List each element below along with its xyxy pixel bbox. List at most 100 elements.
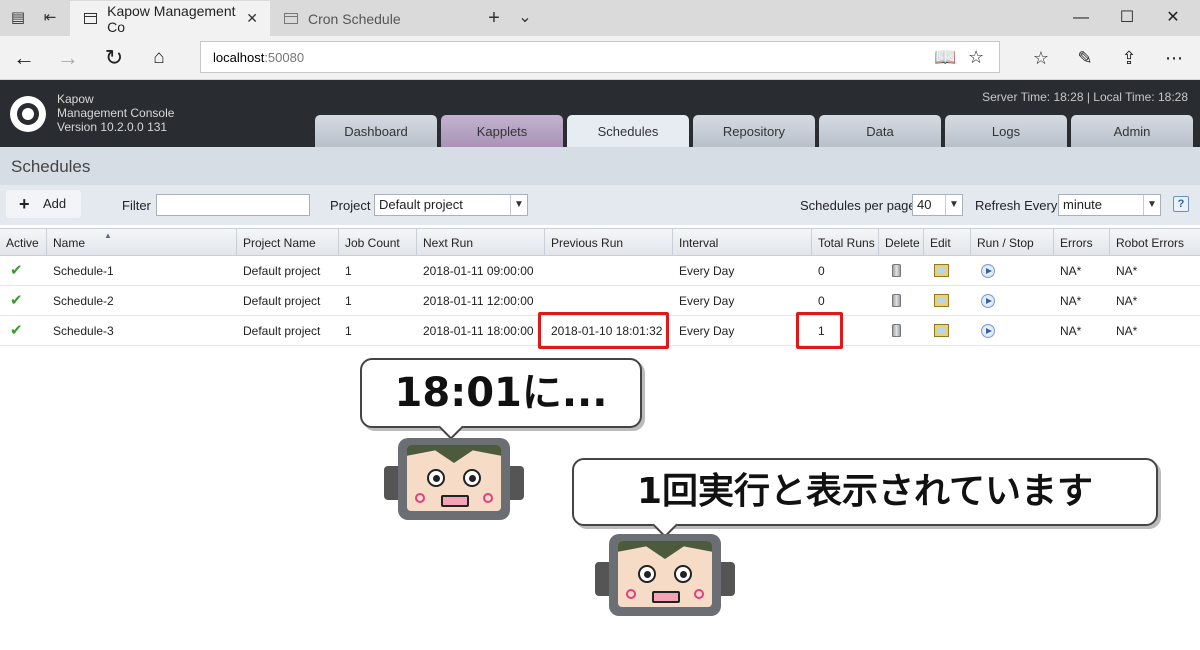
col-name-label: Name	[53, 236, 86, 250]
cell-job-count: 1	[345, 294, 352, 308]
cell-total-runs: 0	[818, 264, 825, 278]
sort-asc-icon: ▲	[104, 231, 112, 240]
help-icon[interactable]: ?	[1173, 196, 1189, 212]
back-arrow-icon[interactable]: ←	[9, 44, 39, 72]
cell-robot-errors: NA*	[1116, 294, 1138, 308]
browser-tab-strip: ▤ ⇤ Kapow Management Co ✕ Cron Schedule …	[0, 0, 1200, 36]
col-delete: Delete	[879, 229, 924, 256]
cell-errors: NA*	[1060, 294, 1082, 308]
minimize-icon[interactable]: —	[1068, 5, 1094, 31]
kapow-logo-icon	[10, 96, 46, 132]
new-tab-button[interactable]: +	[482, 6, 506, 30]
forward-arrow-icon[interactable]: →	[53, 44, 83, 72]
cell-interval: Every Day	[679, 294, 735, 308]
col-next-run[interactable]: Next Run	[417, 229, 545, 256]
project-select[interactable]: Default project ▼	[374, 194, 528, 216]
favorite-star-icon[interactable]: ☆	[968, 47, 984, 68]
col-project-name[interactable]: Project Name	[237, 229, 339, 256]
url-text: localhost:50080	[213, 50, 304, 65]
browser-tab-title: Cron Schedule	[308, 10, 401, 27]
tab-data[interactable]: Data	[819, 115, 941, 147]
col-name[interactable]: ▲ Name	[47, 229, 237, 256]
close-tab-icon[interactable]: ✕	[246, 10, 258, 27]
window-close-icon[interactable]: ✕	[1160, 5, 1186, 31]
table-row[interactable]: ✔ Schedule-1 Default project 1 2018-01-1…	[0, 256, 1200, 286]
active-check-icon[interactable]: ✔	[4, 256, 23, 285]
per-page-select[interactable]: 40 ▼	[912, 194, 963, 216]
share-icon[interactable]: ⇪	[1115, 44, 1143, 72]
tab-manager-icon[interactable]: ▤	[6, 6, 30, 30]
active-check-icon[interactable]: ✔	[4, 286, 23, 315]
run-play-icon[interactable]	[981, 294, 995, 308]
address-bar-row: ← → ↻ ⌂ localhost:50080 📖 ☆ ☆ ✎ ⇪ ⋯	[0, 36, 1200, 80]
url-host: localhost	[213, 50, 265, 65]
more-menu-icon[interactable]: ⋯	[1160, 44, 1188, 72]
cell-job-count: 1	[345, 324, 352, 338]
table-header: Active ▲ Name Project Name Job Count Next…	[0, 228, 1200, 256]
cell-project: Default project	[243, 324, 321, 338]
reading-view-icon[interactable]: 📖	[934, 47, 956, 68]
pen-notes-icon[interactable]: ✎	[1071, 44, 1099, 72]
edit-icon[interactable]	[934, 294, 949, 307]
url-field[interactable]: localhost:50080 📖 ☆	[200, 41, 1000, 73]
edit-icon[interactable]	[934, 324, 949, 337]
cell-previous-run	[545, 256, 551, 285]
server-time: Server Time: 18:28 | Local Time: 18:28	[982, 90, 1188, 104]
cell-job-count: 1	[345, 264, 352, 278]
tab-logs[interactable]: Logs	[945, 115, 1067, 147]
col-job-count[interactable]: Job Count	[339, 229, 417, 256]
tab-schedules[interactable]: Schedules	[567, 115, 689, 147]
brand-version: Version 10.2.0.0 131	[57, 120, 168, 134]
cell-interval: Every Day	[679, 264, 735, 278]
tab-admin[interactable]: Admin	[1071, 115, 1193, 147]
tab-repository[interactable]: Repository	[693, 115, 815, 147]
robot-mascot-icon	[595, 534, 735, 616]
cell-robot-errors: NA*	[1116, 264, 1138, 278]
col-interval[interactable]: Interval	[673, 229, 812, 256]
brand-name: Kapow	[57, 92, 94, 106]
cell-interval: Every Day	[679, 324, 735, 338]
active-check-icon[interactable]: ✔	[4, 316, 23, 345]
plus-icon: +	[19, 194, 30, 214]
tab-preview-toggle-icon[interactable]: ⌄	[513, 6, 537, 30]
previous-run-highlight	[538, 312, 669, 349]
col-active[interactable]: Active	[0, 229, 47, 256]
total-runs-highlight	[796, 312, 843, 349]
col-errors[interactable]: Errors	[1054, 229, 1110, 256]
cell-name: Schedule-3	[53, 324, 114, 338]
refresh-icon[interactable]: ↻	[99, 44, 129, 72]
delete-trash-icon[interactable]	[892, 294, 901, 307]
tab-dashboard[interactable]: Dashboard	[315, 115, 437, 147]
refresh-label: Refresh Every	[975, 198, 1058, 213]
cell-total-runs: 0	[818, 294, 825, 308]
filter-input[interactable]	[156, 194, 310, 216]
filter-label: Filter	[122, 198, 151, 213]
home-icon[interactable]: ⌂	[144, 44, 174, 72]
col-total-runs[interactable]: Total Runs	[812, 229, 879, 256]
project-label: Project	[330, 198, 371, 213]
col-previous-run[interactable]: Previous Run	[545, 229, 673, 256]
col-robot-errors[interactable]: Robot Errors	[1110, 229, 1200, 256]
cell-errors: NA*	[1060, 324, 1082, 338]
run-play-icon[interactable]	[981, 264, 995, 278]
run-play-icon[interactable]	[981, 324, 995, 338]
cell-project: Default project	[243, 294, 321, 308]
favorites-hub-icon[interactable]: ☆	[1027, 44, 1055, 72]
edit-icon[interactable]	[934, 264, 949, 277]
robot-mascot-icon	[384, 438, 524, 520]
refresh-select[interactable]: minute ▼	[1058, 194, 1161, 216]
browser-tab-title: Kapow Management Co	[107, 2, 236, 35]
set-aside-tabs-icon[interactable]: ⇤	[38, 6, 62, 30]
cell-project: Default project	[243, 264, 321, 278]
chevron-down-icon: ▼	[945, 195, 962, 215]
add-schedule-button[interactable]: + Add	[6, 190, 81, 218]
cell-next-run: 2018-01-11 18:00:00	[423, 324, 534, 338]
brand-product: Management Console	[57, 106, 175, 120]
delete-trash-icon[interactable]	[892, 324, 901, 337]
tab-kapplets[interactable]: Kapplets	[441, 115, 563, 147]
delete-trash-icon[interactable]	[892, 264, 901, 277]
browser-tab-cron[interactable]: Cron Schedule	[270, 1, 475, 36]
browser-tab-kapow[interactable]: Kapow Management Co ✕	[70, 1, 270, 36]
maximize-icon[interactable]: ☐	[1114, 5, 1140, 31]
app-header: Kapow Management Console Version 10.2.0.…	[0, 80, 1200, 147]
